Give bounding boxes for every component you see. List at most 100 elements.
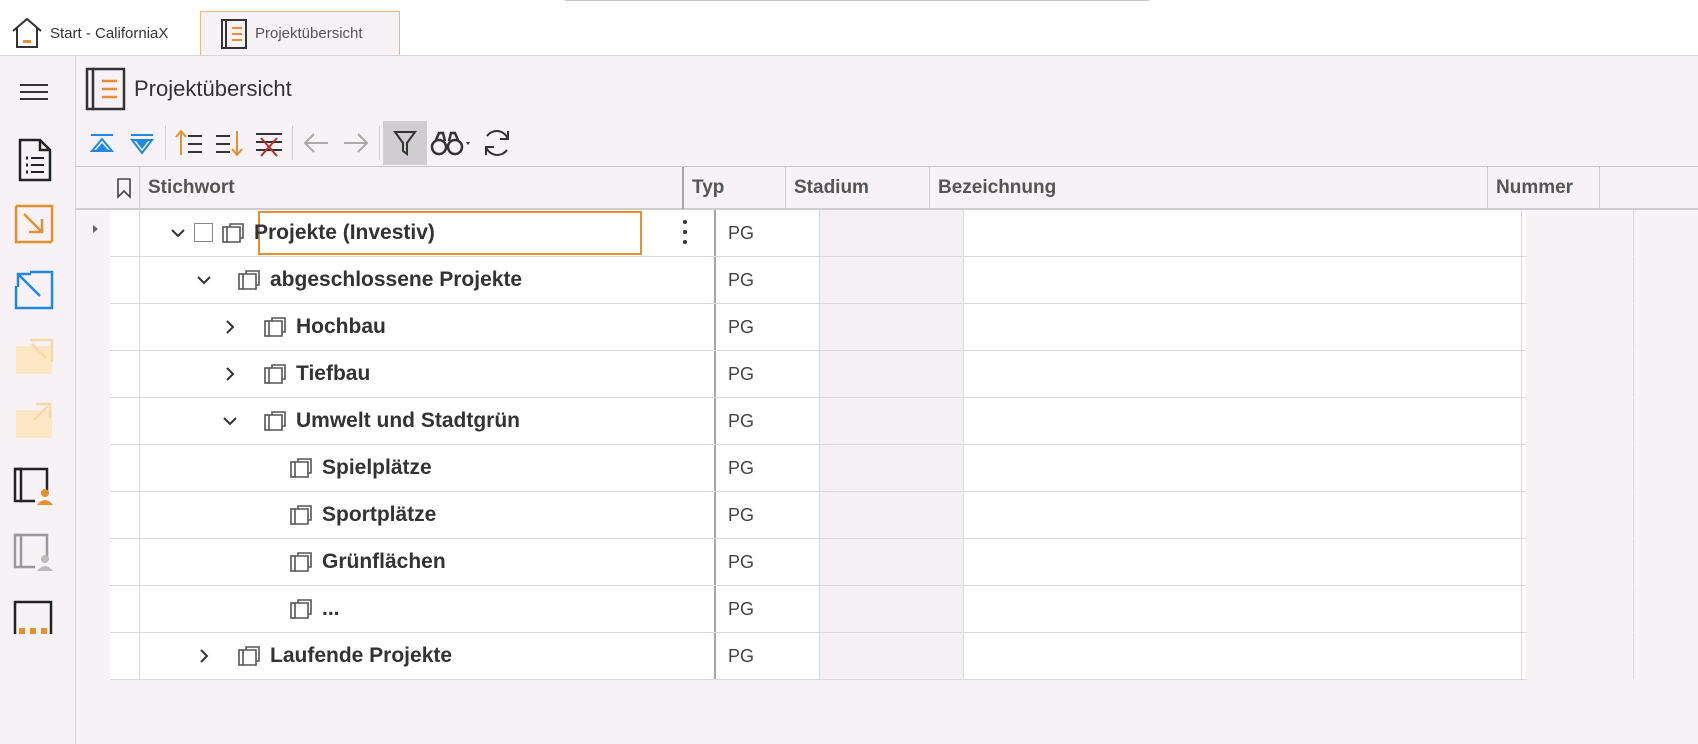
row-selector-cell[interactable] — [110, 257, 140, 303]
expand-all-button[interactable] — [122, 121, 162, 165]
sort-ascending-button[interactable] — [169, 121, 209, 165]
row-selector-cell[interactable] — [110, 351, 140, 397]
bezeichnung-cell[interactable] — [964, 351, 1522, 397]
chevron-down-icon[interactable] — [168, 222, 188, 244]
filter-button[interactable] — [383, 121, 427, 165]
row-checkbox[interactable] — [194, 223, 213, 242]
sidebar-folder-more-button[interactable] — [10, 594, 58, 642]
nummer-cell[interactable] — [1522, 445, 1634, 491]
chevron-right-icon[interactable] — [194, 645, 214, 667]
stichwort-cell[interactable]: Hochbau — [140, 304, 716, 350]
table-row[interactable]: Spielplätze PG — [110, 445, 1634, 492]
nummer-cell[interactable] — [1522, 539, 1634, 585]
row-selector-cell[interactable] — [110, 539, 140, 585]
table-row[interactable]: abgeschlossene Projekte PG — [110, 257, 1634, 304]
stadium-cell[interactable] — [820, 445, 964, 491]
row-selector-cell[interactable] — [110, 492, 140, 538]
nummer-cell[interactable] — [1522, 398, 1634, 444]
typ-cell[interactable]: PG — [718, 633, 820, 679]
row-selector-cell[interactable] — [110, 586, 140, 632]
table-row[interactable]: ... PG — [110, 586, 1634, 633]
bookmark-column-header[interactable] — [110, 167, 140, 209]
sort-descending-button[interactable] — [209, 121, 249, 165]
column-header-bezeichnung[interactable]: Bezeichnung — [930, 167, 1488, 209]
sidebar-import-button[interactable] — [10, 200, 58, 248]
typ-cell[interactable]: PG — [718, 210, 820, 256]
chevron-down-icon[interactable] — [220, 410, 240, 432]
nummer-cell[interactable] — [1522, 351, 1634, 397]
typ-cell[interactable]: PG — [718, 351, 820, 397]
bezeichnung-cell[interactable] — [964, 304, 1522, 350]
nummer-cell[interactable] — [1522, 304, 1634, 350]
bezeichnung-cell[interactable] — [964, 445, 1522, 491]
stichwort-cell[interactable]: Umwelt und Stadtgrün — [140, 398, 716, 444]
typ-cell[interactable]: PG — [718, 304, 820, 350]
column-header-typ[interactable]: Typ — [684, 167, 786, 209]
refresh-button[interactable] — [477, 121, 517, 165]
stadium-cell[interactable] — [820, 539, 964, 585]
stadium-cell[interactable] — [820, 398, 964, 444]
stadium-cell[interactable] — [820, 492, 964, 538]
table-row[interactable]: Laufende Projekte PG — [110, 633, 1634, 680]
bezeichnung-cell[interactable] — [964, 633, 1522, 679]
sidebar-document-list-button[interactable] — [10, 136, 58, 184]
column-header-nummer[interactable]: Nummer — [1488, 167, 1600, 209]
stadium-cell[interactable] — [820, 304, 964, 350]
bezeichnung-cell[interactable] — [964, 586, 1522, 632]
table-row[interactable]: Sportplätze PG — [110, 492, 1634, 539]
stichwort-cell[interactable]: Grünflächen — [140, 539, 716, 585]
forward-button[interactable] — [336, 121, 376, 165]
column-header-stichwort[interactable]: Stichwort — [140, 167, 684, 209]
typ-cell[interactable]: PG — [718, 398, 820, 444]
stadium-cell[interactable] — [820, 351, 964, 397]
search-button[interactable] — [427, 121, 477, 165]
remove-sort-button[interactable] — [249, 121, 289, 165]
row-selector-cell[interactable] — [110, 304, 140, 350]
nummer-cell[interactable] — [1522, 257, 1634, 303]
table-row[interactable]: Tiefbau PG — [110, 351, 1634, 398]
table-row[interactable]: Projekte (Investiv) PG — [110, 210, 1634, 257]
row-selector-cell[interactable] — [110, 398, 140, 444]
bezeichnung-cell[interactable] — [964, 210, 1522, 256]
typ-cell[interactable]: PG — [718, 492, 820, 538]
nummer-cell[interactable] — [1522, 210, 1634, 256]
bezeichnung-cell[interactable] — [964, 539, 1522, 585]
stichwort-cell[interactable]: ... — [140, 586, 716, 632]
row-selector-cell[interactable] — [110, 633, 140, 679]
stadium-cell[interactable] — [820, 586, 964, 632]
stadium-cell[interactable] — [820, 210, 964, 256]
table-row[interactable]: Grünflächen PG — [110, 539, 1634, 586]
table-row[interactable]: Hochbau PG — [110, 304, 1634, 351]
back-button[interactable] — [296, 121, 336, 165]
stichwort-cell[interactable]: abgeschlossene Projekte — [140, 257, 716, 303]
bezeichnung-cell[interactable] — [964, 398, 1522, 444]
tab-start[interactable]: Start - CaliforniaX — [8, 12, 194, 54]
stichwort-cell[interactable]: Projekte (Investiv) — [140, 210, 716, 256]
stadium-cell[interactable] — [820, 633, 964, 679]
typ-cell[interactable]: PG — [718, 445, 820, 491]
row-expander-icon[interactable] — [90, 224, 100, 234]
stichwort-cell[interactable]: Spielplätze — [140, 445, 716, 491]
chevron-down-icon[interactable] — [194, 269, 214, 291]
typ-cell[interactable]: PG — [718, 586, 820, 632]
typ-cell[interactable]: PG — [718, 539, 820, 585]
stichwort-cell[interactable]: Tiefbau — [140, 351, 716, 397]
stadium-cell[interactable] — [820, 257, 964, 303]
nummer-cell[interactable] — [1522, 492, 1634, 538]
stichwort-cell[interactable]: Sportplätze — [140, 492, 716, 538]
column-header-stadium[interactable]: Stadium — [786, 167, 930, 209]
collapse-all-button[interactable] — [82, 121, 122, 165]
nummer-cell[interactable] — [1522, 586, 1634, 632]
table-row[interactable]: Umwelt und Stadtgrün PG — [110, 398, 1634, 445]
typ-cell[interactable]: PG — [718, 257, 820, 303]
row-selector-cell[interactable] — [110, 445, 140, 491]
tab-projektuebersicht[interactable]: Projektübersicht — [200, 11, 400, 55]
chevron-right-icon[interactable] — [220, 363, 240, 385]
nummer-cell[interactable] — [1522, 633, 1634, 679]
row-selector-cell[interactable] — [110, 210, 140, 256]
hamburger-menu-button[interactable] — [10, 68, 58, 116]
sidebar-project-user-button[interactable] — [10, 462, 58, 510]
sidebar-export-button[interactable] — [10, 266, 58, 314]
more-options-icon[interactable] — [682, 220, 688, 244]
stichwort-cell[interactable]: Laufende Projekte — [140, 633, 716, 679]
